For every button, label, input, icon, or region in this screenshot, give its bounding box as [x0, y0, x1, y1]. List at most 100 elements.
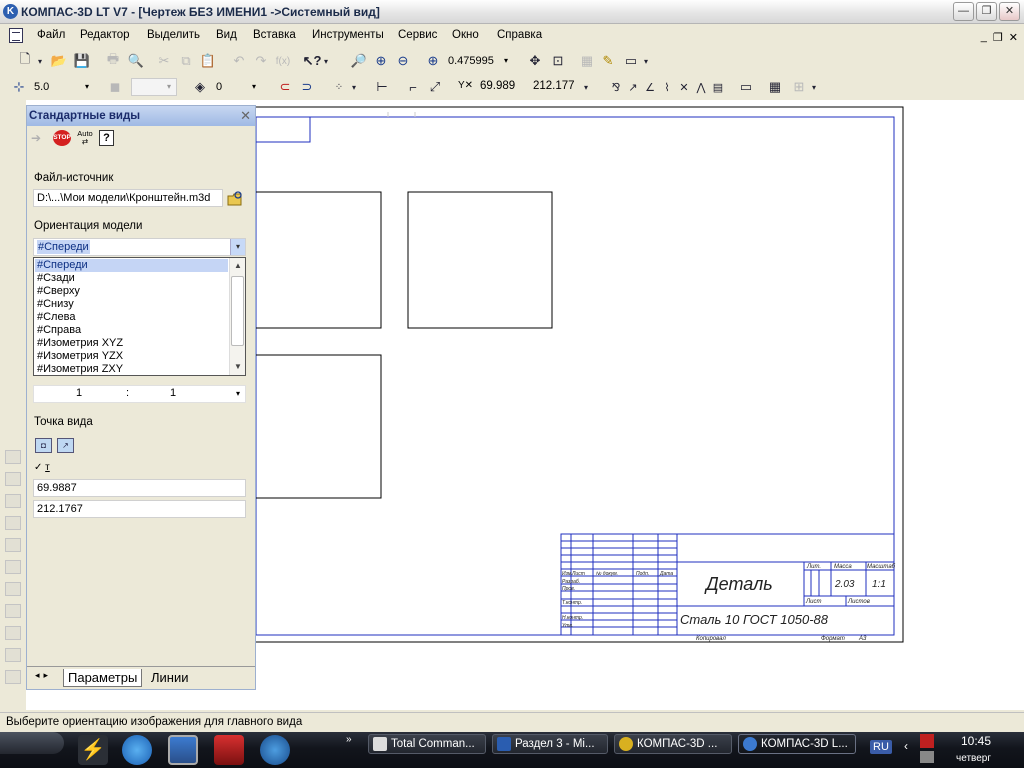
restore-button[interactable]: ❐	[976, 2, 997, 21]
tray-expand-icon[interactable]: ‹	[904, 739, 908, 753]
document-icon[interactable]	[9, 28, 23, 43]
snap-magnet-icon[interactable]: ⊂	[276, 78, 294, 96]
orientation-option[interactable]: #Изометрия XYZ	[35, 337, 228, 350]
grid-dropdown-icon[interactable]: ▾	[350, 78, 358, 96]
language-indicator[interactable]: RU	[870, 740, 892, 754]
round-icon[interactable]: ⤢	[426, 78, 444, 96]
x-coordinate-value[interactable]: 69.989	[480, 80, 515, 92]
print-preview-icon[interactable]: 🔍	[127, 52, 145, 70]
tool-reports-icon[interactable]	[5, 648, 21, 662]
print-icon[interactable]: 🖶	[104, 51, 122, 70]
ortho-icon[interactable]: ⌐	[404, 78, 422, 96]
local-cs-icon[interactable]: ⊢	[373, 78, 391, 96]
new-document-icon[interactable]: 🗋	[16, 51, 34, 70]
start-button[interactable]	[0, 732, 64, 754]
step-combo[interactable]: 5.0 ▾	[30, 78, 95, 96]
view-icon[interactable]: ◼	[106, 78, 124, 96]
context-help-icon[interactable]: ↖?	[303, 52, 322, 70]
minimize-button[interactable]: —	[953, 2, 974, 21]
tab-parameters[interactable]: Параметры	[63, 669, 143, 687]
tool-insert-icon[interactable]	[5, 670, 21, 684]
doc-minimize-button[interactable]: _	[981, 31, 987, 44]
task-kompas-1[interactable]: КОМПАС-3D ...	[614, 734, 732, 754]
snap-angle-icon[interactable]: ∠	[641, 78, 659, 96]
snap-local-icon[interactable]: ⊃	[298, 78, 316, 96]
checkmark-icon[interactable]: ✓	[34, 462, 42, 473]
coord-dropdown-icon[interactable]: ▾	[582, 78, 590, 96]
menu-insert[interactable]: Вставка	[253, 29, 296, 41]
frame-icon[interactable]: ▭	[737, 78, 755, 96]
viewpoint-pick-icon[interactable]: ↗	[57, 438, 74, 453]
total-commander-quicklaunch-icon[interactable]: ⚡	[78, 735, 108, 765]
function-icon[interactable]: f(x)	[274, 52, 292, 70]
redo-icon[interactable]: ↷	[252, 52, 270, 70]
paste-icon[interactable]: 📋	[199, 52, 217, 70]
viewpoint-point-icon[interactable]: ◘	[35, 438, 52, 453]
tool-spec-icon[interactable]	[5, 626, 21, 640]
pan-icon[interactable]: ✥	[526, 52, 544, 70]
grid-table-icon[interactable]: ▦	[766, 78, 784, 96]
undo-icon[interactable]: ↶	[230, 52, 248, 70]
view-dropdown-icon[interactable]: ▾	[162, 79, 176, 95]
copy-icon[interactable]: ⧉	[177, 52, 195, 70]
kompas-quicklaunch-icon[interactable]	[260, 735, 290, 765]
tool-measure-icon[interactable]	[5, 560, 21, 574]
tray-network-icon[interactable]	[920, 751, 934, 763]
menu-file[interactable]: Файл	[37, 29, 65, 41]
y-coordinate-value[interactable]: 212.177	[533, 80, 575, 92]
panel-dropdown-icon[interactable]: ▾	[642, 52, 650, 70]
regenerate-icon[interactable]: ▦	[578, 52, 596, 70]
zoom-scale-icon[interactable]: ⊕	[424, 52, 442, 70]
tool-parametric-icon[interactable]	[5, 538, 21, 552]
grid-icon[interactable]: ⁘	[330, 78, 348, 96]
snap-nearest-icon[interactable]: ↗	[624, 78, 642, 96]
panel-close-icon[interactable]: ✕	[240, 108, 251, 124]
zoom-combo[interactable]: 0.475995 ▾	[444, 52, 514, 70]
tool-geometry-icon[interactable]	[5, 450, 21, 464]
tool-select-icon[interactable]	[5, 582, 21, 596]
back-arrow-icon[interactable]: ➔	[31, 130, 49, 146]
help-button[interactable]: ?	[99, 130, 114, 146]
floppy-save-icon[interactable]	[214, 735, 244, 765]
orientation-dropdown-icon[interactable]: ▾	[230, 239, 245, 255]
auto-create-button[interactable]: Auto ⇄	[75, 130, 95, 146]
snap-table-icon[interactable]: ▤	[709, 78, 727, 96]
step-dropdown-icon[interactable]: ▾	[80, 79, 94, 95]
stop-button[interactable]: STOP	[53, 130, 71, 146]
open-folder-icon[interactable]	[226, 190, 244, 208]
orientation-option[interactable]: #Спереди	[35, 259, 228, 272]
view-combo[interactable]: ▾	[131, 78, 177, 96]
orientation-combo[interactable]: #Спереди ▾	[33, 238, 246, 256]
help-dropdown-icon[interactable]: ▾	[322, 52, 330, 70]
open-folder-icon[interactable]: 📂	[50, 52, 68, 70]
orientation-list-scrollbar[interactable]: ▲ ▼	[229, 258, 245, 375]
menu-window[interactable]: Окно	[452, 29, 479, 41]
step-icon[interactable]: ⊹	[10, 78, 28, 96]
zoom-dropdown-icon[interactable]: ▾	[499, 53, 513, 69]
close-button[interactable]: ✕	[999, 2, 1020, 21]
task-word-document[interactable]: Раздел 3 - Mi...	[492, 734, 608, 754]
dependency-icon[interactable]: ⊞	[790, 78, 808, 96]
zoom-out-icon[interactable]: ⊖	[394, 52, 412, 70]
snap-tangent-icon[interactable]: ⌇	[658, 78, 676, 96]
tool-views-icon[interactable]	[5, 604, 21, 618]
more-quicklaunch-icon[interactable]: »	[346, 734, 352, 745]
menu-view[interactable]: Вид	[216, 29, 237, 41]
task-kompas-2[interactable]: КОМПАС-3D L...	[738, 734, 856, 754]
panel-toggle-icon[interactable]: ▭	[622, 52, 640, 70]
save-icon[interactable]: 💾	[73, 52, 91, 70]
snap-middle-icon[interactable]: ⋀	[692, 78, 710, 96]
coordinate-y-field[interactable]: 212.1767	[33, 500, 246, 518]
tab-scroll-arrows-icon[interactable]: ◂▸	[35, 670, 52, 681]
tool-edit-icon[interactable]	[5, 516, 21, 530]
zoom-window-icon[interactable]: 🔎	[350, 52, 368, 70]
menu-help[interactable]: Справка	[497, 29, 542, 41]
layer-combo[interactable]: 0 ▾	[212, 78, 262, 96]
scroll-down-icon[interactable]: ▼	[232, 361, 244, 373]
new-dropdown-icon[interactable]: ▾	[36, 52, 44, 70]
picture-viewer-icon[interactable]	[168, 735, 198, 765]
zoom-in-icon[interactable]: ⊕	[372, 52, 390, 70]
menu-service[interactable]: Сервис	[398, 29, 437, 41]
orientation-option[interactable]: #Сверху	[35, 285, 228, 298]
scale-dropdown-icon[interactable]: ▾	[231, 386, 245, 402]
